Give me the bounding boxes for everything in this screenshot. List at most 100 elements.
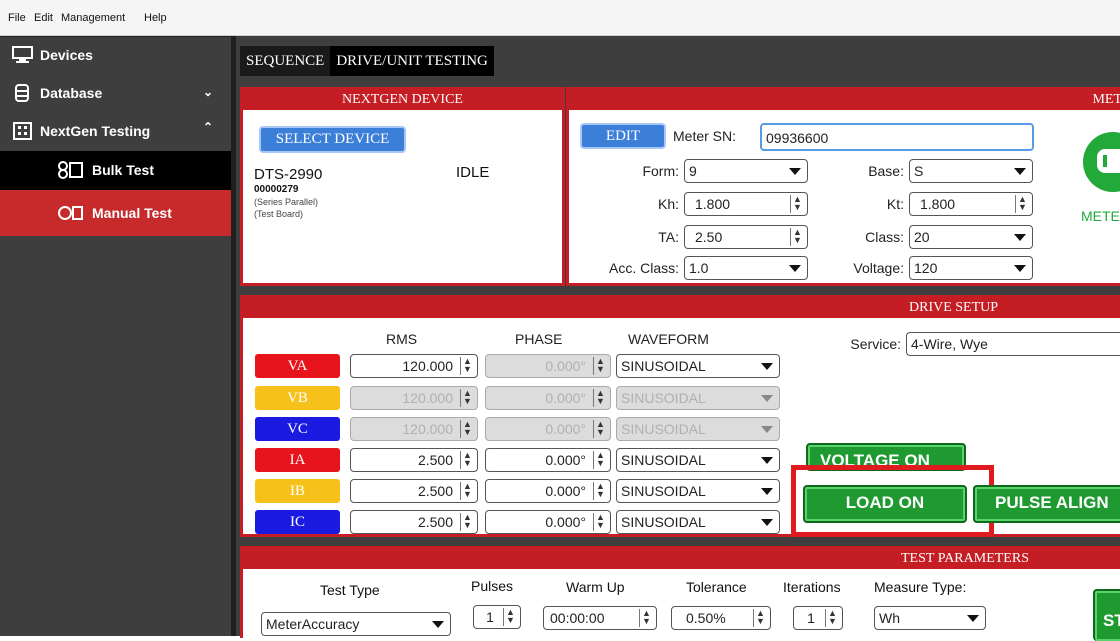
spin-arrows-icon[interactable]: ▲ ▼: [593, 420, 607, 438]
chevron-down-icon: [789, 168, 801, 175]
phase-label-ic: IC: [255, 510, 340, 534]
sidebar-item-manual-test[interactable]: Manual Test: [0, 190, 231, 236]
load-on-button[interactable]: LOAD ON: [803, 485, 967, 523]
spin-arrows-icon[interactable]: ▲ ▼: [460, 389, 474, 407]
chevron-down-icon: [432, 621, 444, 628]
sidebar-item-bulk-test[interactable]: Bulk Test: [0, 151, 231, 190]
spin-arrows-icon[interactable]: ▲ ▼: [639, 609, 653, 627]
edit-button[interactable]: EDIT: [580, 123, 666, 149]
bulk-test-icon: [58, 161, 83, 179]
warmup-spinbox[interactable]: 00:00:00 ▲ ▼: [543, 606, 657, 630]
chevron-down-icon: [761, 395, 773, 402]
phase-spinbox[interactable]: 0.000° ▲ ▼: [485, 479, 611, 503]
rms-spinbox[interactable]: 2.500 ▲ ▼: [350, 479, 478, 503]
rms-spinbox[interactable]: 120.000 ▲ ▼: [350, 417, 478, 441]
tolerance-spinbox[interactable]: 0.50% ▲ ▼: [671, 606, 771, 630]
ta-spinbox[interactable]: 2.50 ▲ ▼: [684, 225, 808, 249]
pulses-label: Pulses: [471, 578, 514, 594]
select-device-button[interactable]: SELECT DEVICE: [259, 126, 406, 153]
menu-file[interactable]: File: [8, 12, 26, 24]
sidebar-item-label: Devices: [40, 47, 93, 63]
spin-arrows-icon[interactable]: ▲ ▼: [593, 451, 607, 469]
tab-bar: SEQUENCE DRIVE/UNIT TESTING: [240, 46, 494, 76]
rms-spinbox[interactable]: 2.500 ▲ ▼: [350, 448, 478, 472]
phase-spinbox[interactable]: 0.000° ▲ ▼: [485, 417, 611, 441]
phase-label-ib: IB: [255, 479, 340, 503]
spin-arrows-icon[interactable]: ▲ ▼: [460, 357, 474, 375]
spin-arrows-icon[interactable]: ▲ ▼: [460, 482, 474, 500]
spin-arrows-icon[interactable]: ▲ ▼: [593, 482, 607, 500]
monitor-icon: [12, 46, 33, 64]
sidebar-item-nextgen-testing[interactable]: NextGen Testing ⌃: [0, 113, 231, 150]
rms-spinbox[interactable]: 120.000 ▲ ▼: [350, 386, 478, 410]
measure-type-select[interactable]: Wh: [874, 606, 986, 630]
chevron-down-icon: [1014, 168, 1026, 175]
acc-class-select[interactable]: 1.0: [684, 256, 808, 280]
form-select[interactable]: 9: [684, 159, 808, 183]
waveform-select[interactable]: SINUSOIDAL: [616, 386, 780, 410]
sidebar-item-devices[interactable]: Devices: [0, 37, 231, 74]
phase-spinbox[interactable]: 0.000° ▲ ▼: [485, 448, 611, 472]
nextgen-device-panel: NEXTGEN DEVICE SELECT DEVICE DTS-2990 ID…: [240, 87, 565, 286]
kh-label: Kh:: [657, 196, 679, 212]
waveform-select[interactable]: SINUSOIDAL: [616, 510, 780, 534]
warmup-label: Warm Up: [566, 579, 625, 595]
chevron-up-icon: ⌃: [202, 120, 213, 134]
spin-arrows-icon[interactable]: ▲ ▼: [1015, 195, 1029, 213]
waveform-select[interactable]: SINUSOIDAL: [616, 354, 780, 378]
waveform-select[interactable]: SINUSOIDAL: [616, 448, 780, 472]
test-type-select[interactable]: MeterAccuracy: [261, 612, 451, 636]
menu-help[interactable]: Help: [144, 12, 167, 24]
col-phase: PHASE: [515, 331, 563, 347]
phase-spinbox[interactable]: 0.000° ▲ ▼: [485, 510, 611, 534]
spin-arrows-icon[interactable]: ▲ ▼: [503, 608, 517, 626]
pulses-spinbox[interactable]: 1 ▲ ▼: [473, 605, 521, 629]
spin-arrows-icon[interactable]: ▲ ▼: [593, 513, 607, 531]
voltage-select[interactable]: 120: [909, 256, 1033, 280]
phase-spinbox[interactable]: 0.000° ▲ ▼: [485, 386, 611, 410]
pulse-align-button[interactable]: PULSE ALIGN: [973, 485, 1120, 523]
manual-test-icon: [58, 204, 83, 222]
kh-spinbox[interactable]: 1.800 ▲ ▼: [684, 192, 808, 216]
menu-edit[interactable]: Edit: [34, 12, 53, 24]
panel-title: MET: [569, 90, 1120, 110]
spin-arrows-icon[interactable]: ▲ ▼: [460, 513, 474, 531]
panel-title-bar: DRIVE SETUP: [243, 298, 1120, 318]
meter-status-indicator-icon: [1083, 132, 1120, 192]
sidebar-item-database[interactable]: Database ⌄: [0, 75, 231, 112]
base-select[interactable]: S: [909, 159, 1033, 183]
tab-sequence[interactable]: SEQUENCE: [240, 46, 331, 76]
spin-arrows-icon[interactable]: ▲ ▼: [460, 451, 474, 469]
spin-arrows-icon[interactable]: ▲ ▼: [790, 195, 804, 213]
chevron-down-icon: [761, 519, 773, 526]
rms-spinbox[interactable]: 120.000 ▲ ▼: [350, 354, 478, 378]
chevron-down-icon: [761, 363, 773, 370]
sidebar: Devices Database ⌄ NextGen Testing ⌃ Bul…: [0, 36, 231, 636]
waveform-select[interactable]: SINUSOIDAL: [616, 417, 780, 441]
kt-spinbox[interactable]: 1.800 ▲ ▼: [909, 192, 1033, 216]
menu-management[interactable]: Management: [61, 12, 125, 24]
spin-arrows-icon[interactable]: ▲ ▼: [593, 389, 607, 407]
class-select[interactable]: 20: [909, 225, 1033, 249]
iterations-spinbox[interactable]: 1 ▲ ▼: [793, 606, 843, 630]
class-label: Class:: [865, 229, 904, 245]
rms-spinbox[interactable]: 2.500 ▲ ▼: [350, 510, 478, 534]
sidebar-item-label: Database: [40, 85, 103, 101]
base-label: Base:: [868, 163, 904, 179]
meter-sn-input[interactable]: 09936600: [760, 123, 1034, 151]
spin-arrows-icon[interactable]: ▲ ▼: [593, 357, 607, 375]
phase-label-va: VA: [255, 354, 340, 378]
sidebar-item-label: NextGen Testing: [40, 123, 151, 139]
service-select[interactable]: 4-Wire, Wye: [906, 332, 1120, 356]
tab-drive-unit-testing[interactable]: DRIVE/UNIT TESTING: [330, 46, 494, 76]
spin-arrows-icon[interactable]: ▲ ▼: [753, 609, 767, 627]
col-waveform: WAVEFORM: [628, 331, 709, 347]
spin-arrows-icon[interactable]: ▲ ▼: [460, 420, 474, 438]
chevron-down-icon: [761, 457, 773, 464]
start-button[interactable]: ST: [1093, 589, 1120, 641]
waveform-select[interactable]: SINUSOIDAL: [616, 479, 780, 503]
spin-arrows-icon[interactable]: ▲ ▼: [825, 609, 839, 627]
spin-arrows-icon[interactable]: ▲ ▼: [790, 228, 804, 246]
phase-spinbox[interactable]: 0.000° ▲ ▼: [485, 354, 611, 378]
sidebar-item-label: Bulk Test: [92, 162, 154, 178]
